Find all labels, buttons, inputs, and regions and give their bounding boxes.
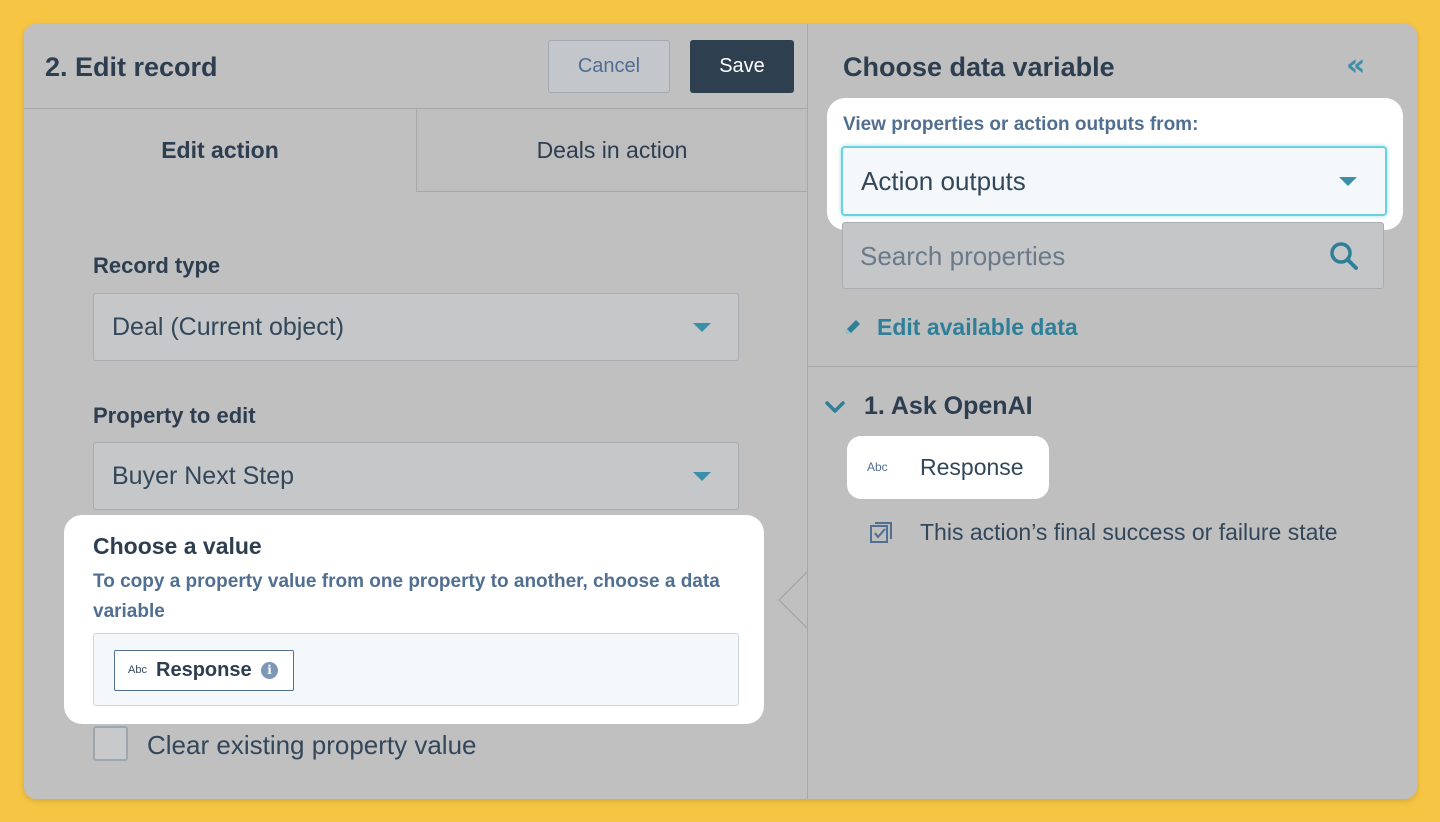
source-select[interactable]: Action outputs (841, 146, 1387, 216)
panel-header: 2. Edit record Cancel Save (24, 24, 807, 109)
info-icon[interactable]: i (261, 662, 278, 679)
search-placeholder: Search properties (860, 241, 1066, 271)
collapse-icon[interactable]: « (1346, 48, 1365, 83)
pencil-icon (846, 320, 860, 334)
data-variable-controls: Choose data variable « View properties o… (808, 24, 1417, 367)
token-label: Response (156, 659, 252, 681)
workflow-editor-window: 2. Edit record Cancel Save Edit action D… (24, 24, 1417, 799)
variable-item-label: This action’s final success or failure s… (920, 519, 1338, 545)
group-label: 1. Ask OpenAI (864, 392, 1033, 420)
panel-title: 2. Edit record (45, 52, 218, 82)
variable-item-final-state[interactable]: This action’s final success or failure s… (868, 519, 1338, 546)
source-value: Action outputs (861, 166, 1026, 196)
tab-bar: Edit action Deals in action (24, 109, 807, 192)
checkbox-status-icon (870, 521, 892, 543)
tab-deals-in-action[interactable]: Deals in action (416, 109, 807, 192)
record-type-label: Record type (93, 253, 221, 278)
choose-value-title: Choose a value (93, 533, 262, 559)
clear-existing-label: Clear existing property value (147, 730, 477, 760)
cancel-button[interactable]: Cancel (548, 40, 670, 93)
edit-available-data-label: Edit available data (877, 313, 1078, 340)
text-type-icon: Abc (128, 664, 147, 676)
search-input[interactable]: Search properties (842, 222, 1384, 289)
property-to-edit-value: Buyer Next Step (112, 462, 295, 490)
choose-value-card: Choose a value To copy a property value … (64, 515, 764, 724)
record-type-value: Deal (Current object) (112, 313, 345, 341)
choose-value-help: To copy a property value from one proper… (93, 571, 720, 622)
source-label: View properties or action outputs from: (843, 114, 1199, 135)
edit-available-data-link[interactable]: Edit available data (843, 311, 1078, 343)
edit-record-panel: 2. Edit record Cancel Save Edit action D… (24, 24, 807, 799)
caret-down-icon (1339, 177, 1357, 186)
data-variable-title: Choose data variable (843, 52, 1115, 82)
panel-pointer-fill (780, 572, 808, 628)
data-variable-panel: Choose data variable « View properties o… (807, 24, 1417, 799)
source-card: View properties or action outputs from: … (827, 98, 1403, 230)
group-ask-openai[interactable]: 1. Ask OpenAI (824, 392, 1033, 421)
tab-edit-action[interactable]: Edit action (24, 109, 416, 192)
search-icon[interactable] (1327, 239, 1361, 273)
property-to-edit-label: Property to edit (93, 403, 256, 428)
text-type-icon: Abc (867, 460, 888, 474)
response-token[interactable]: Abc Response i (114, 650, 294, 691)
chevron-down-icon (825, 400, 845, 413)
variable-item-response[interactable]: Abc Response (847, 436, 1049, 499)
caret-down-icon (693, 472, 711, 481)
record-type-select[interactable]: Deal (Current object) (93, 293, 739, 361)
save-button[interactable]: Save (690, 40, 794, 93)
variable-item-label: Response (920, 454, 1024, 480)
property-to-edit-select[interactable]: Buyer Next Step (93, 442, 739, 510)
value-input[interactable]: Abc Response i (93, 633, 739, 706)
clear-existing-checkbox[interactable] (93, 726, 128, 761)
caret-down-icon (693, 323, 711, 332)
